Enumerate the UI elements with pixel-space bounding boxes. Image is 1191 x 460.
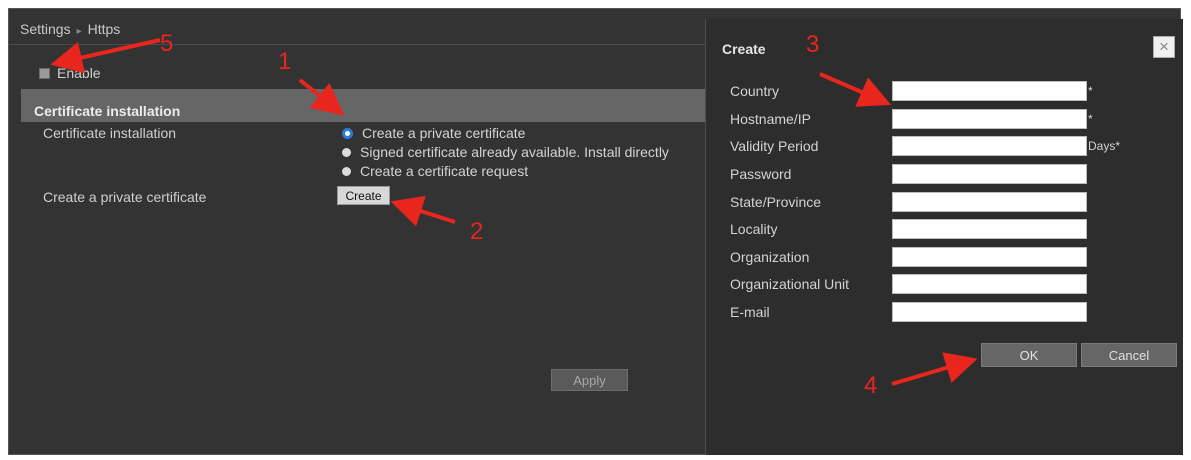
arrow-2 bbox=[390, 195, 456, 227]
annotation-1: 1 bbox=[278, 48, 292, 75]
arrow-3 bbox=[819, 72, 892, 107]
annotation-2: 2 bbox=[470, 218, 484, 245]
annotation-3: 3 bbox=[806, 31, 820, 58]
arrow-1 bbox=[298, 78, 345, 116]
annotation-arrows bbox=[50, 38, 978, 386]
annotation-5: 5 bbox=[160, 30, 174, 57]
arrow-4 bbox=[891, 352, 978, 386]
arrow-5 bbox=[50, 38, 161, 74]
annotation-4: 4 bbox=[864, 372, 878, 399]
